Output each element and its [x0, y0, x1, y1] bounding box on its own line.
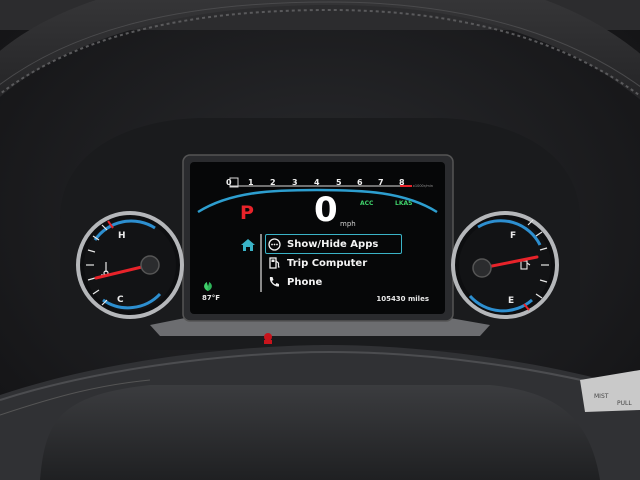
- tach-tick-6: 6: [357, 178, 363, 187]
- speed-unit: mph: [340, 220, 356, 228]
- coolant-gauge: H C: [76, 211, 184, 319]
- tach-tick-1: 1: [248, 178, 254, 187]
- tach-tick-7: 7: [378, 178, 384, 187]
- fuel-empty-label: E: [508, 296, 514, 306]
- tach-tick-3: 3: [292, 178, 298, 187]
- acc-indicator: ACC: [360, 200, 374, 207]
- menu-divider: [260, 234, 262, 292]
- gear-indicator: P: [240, 202, 254, 224]
- svg-text:PULL: PULL: [617, 400, 632, 407]
- fuel-gauge: F E: [451, 211, 559, 319]
- multi-information-display: 0 1 2 3 4 5 6 7 8 x1000r/min P 0 mph ACC…: [190, 162, 445, 314]
- menu-item-label: Show/Hide Apps: [287, 238, 379, 250]
- tach-unit: x1000r/min: [412, 184, 433, 188]
- tach-tick-8: 8: [399, 178, 405, 187]
- svg-text:MIST: MIST: [594, 393, 609, 400]
- menu-item-show-hide-apps[interactable]: Show/Hide Apps: [265, 234, 402, 254]
- menu-item-label: Trip Computer: [287, 257, 368, 269]
- tach-tick-4: 4: [314, 178, 320, 187]
- home-icon[interactable]: [240, 238, 256, 252]
- tach-tick-2: 2: [270, 178, 276, 187]
- seatbelt-warning-icon: [264, 333, 272, 344]
- lkas-indicator: LKAS: [395, 200, 413, 207]
- fuel-pump-icon: [266, 255, 282, 271]
- outside-temperature: 87°F: [202, 294, 221, 302]
- phone-icon: [266, 274, 282, 290]
- menu-item-label: Phone: [287, 276, 323, 288]
- coolant-high-label: H: [118, 231, 126, 241]
- tach-tick-0: 0: [226, 178, 232, 187]
- apps-icon: [266, 236, 282, 252]
- menu-item-phone[interactable]: Phone: [266, 273, 322, 291]
- menu-item-trip-computer[interactable]: Trip Computer: [266, 254, 367, 272]
- coolant-low-label: C: [117, 295, 124, 305]
- eco-leaf-icon: [204, 282, 212, 291]
- odometer: 105430 miles: [376, 295, 429, 303]
- tach-tick-5: 5: [336, 178, 342, 187]
- speed-value: 0: [314, 190, 338, 230]
- fuel-full-label: F: [510, 231, 516, 241]
